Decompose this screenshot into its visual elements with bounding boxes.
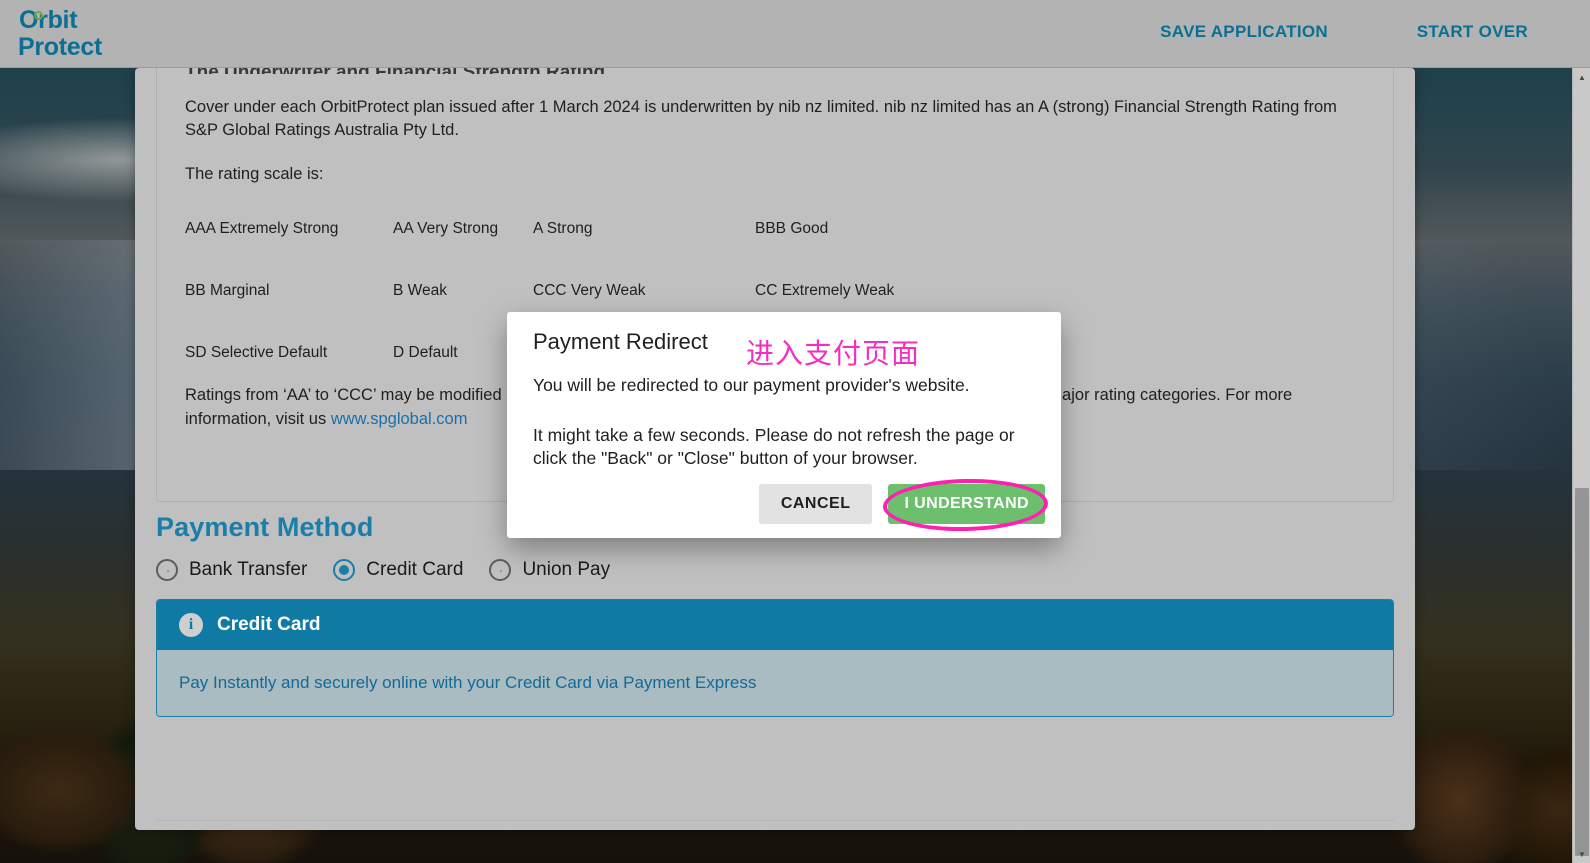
payment-option-label: Credit Card (366, 559, 464, 580)
payment-option-bank-transfer[interactable]: Bank Transfer (156, 559, 307, 581)
rating-scale-item: AA Very Strong (393, 220, 499, 238)
orbitprotect-logo[interactable]: Orbit Protect (18, 8, 102, 60)
payment-option-label: Union Pay (522, 559, 611, 580)
credit-card-panel-header: i Credit Card (157, 600, 1393, 650)
radio-button-icon[interactable] (489, 559, 512, 581)
rating-scale-intro: The rating scale is: (185, 164, 324, 183)
rating-scale-item: AAA Extremely Strong (185, 220, 339, 238)
payment-method-radio-group: Bank Transfer Credit Card Union Pay (156, 559, 1394, 581)
footer-divider (156, 820, 1394, 821)
payment-method-section: Payment Method Bank Transfer Credit Card… (156, 512, 1394, 717)
rating-scale-item: A Strong (533, 220, 593, 238)
radio-button-selected-icon[interactable] (333, 559, 356, 581)
payment-redirect-dialog: Payment Redirect 进入支付页面 You will be redi… (507, 312, 1061, 538)
scrollbar-thumb[interactable] (1575, 488, 1589, 856)
scroll-up-arrow-icon[interactable]: ▲ (1573, 68, 1590, 86)
info-icon: i (179, 613, 203, 637)
rating-scale-item: BBB Good (755, 220, 829, 238)
i-understand-button[interactable]: I UNDERSTAND (888, 484, 1045, 524)
payment-option-label: Bank Transfer (189, 559, 308, 580)
rating-scale-item: SD Selective Default (185, 344, 328, 362)
credit-card-info-panel: i Credit Card Pay Instantly and securely… (156, 599, 1394, 717)
cancel-button[interactable]: CANCEL (758, 484, 873, 524)
logo-line-2: Protect (18, 33, 103, 61)
underwriter-section-heading: The Underwriter and Financial Strength R… (185, 68, 1365, 74)
browser-scrollbar[interactable]: ▲ ▼ (1572, 68, 1590, 863)
underwriter-paragraph: Cover under each OrbitProtect plan issue… (185, 98, 1337, 140)
radio-button-icon[interactable] (156, 559, 178, 581)
rating-scale-item: B Weak (393, 282, 447, 300)
spglobal-link[interactable]: www.spglobal.com (331, 410, 468, 428)
save-application-link[interactable]: SAVE APPLICATION (1160, 22, 1328, 42)
rating-scale-item: CCC Very Weak (533, 282, 646, 300)
payment-option-union-pay[interactable]: Union Pay (489, 559, 610, 581)
dialog-title: Payment Redirect (533, 329, 708, 354)
rating-scale-item: CC Extremely Weak (755, 282, 895, 300)
start-over-link[interactable]: START OVER (1417, 22, 1528, 42)
rating-scale-item: BB Marginal (185, 282, 270, 300)
credit-card-panel-body: Pay Instantly and securely online with y… (157, 650, 1393, 716)
dialog-body-line-1: You will be redirected to our payment pr… (533, 375, 970, 395)
dialog-action-row: CANCEL I UNDERSTAND (758, 484, 1045, 524)
credit-card-panel-title: Credit Card (217, 614, 321, 635)
dialog-body-line-2: It might take a few seconds. Please do n… (533, 425, 1015, 469)
logo-circle-accent-icon (34, 11, 43, 20)
payment-option-credit-card[interactable]: Credit Card (333, 559, 463, 581)
scroll-down-arrow-icon[interactable]: ▼ (1573, 845, 1590, 863)
chinese-annotation-text: 进入支付页面 (746, 337, 921, 370)
top-header-bar: Orbit Protect SAVE APPLICATION START OVE… (0, 0, 1590, 68)
logo-line-1: Orbit (19, 6, 78, 34)
